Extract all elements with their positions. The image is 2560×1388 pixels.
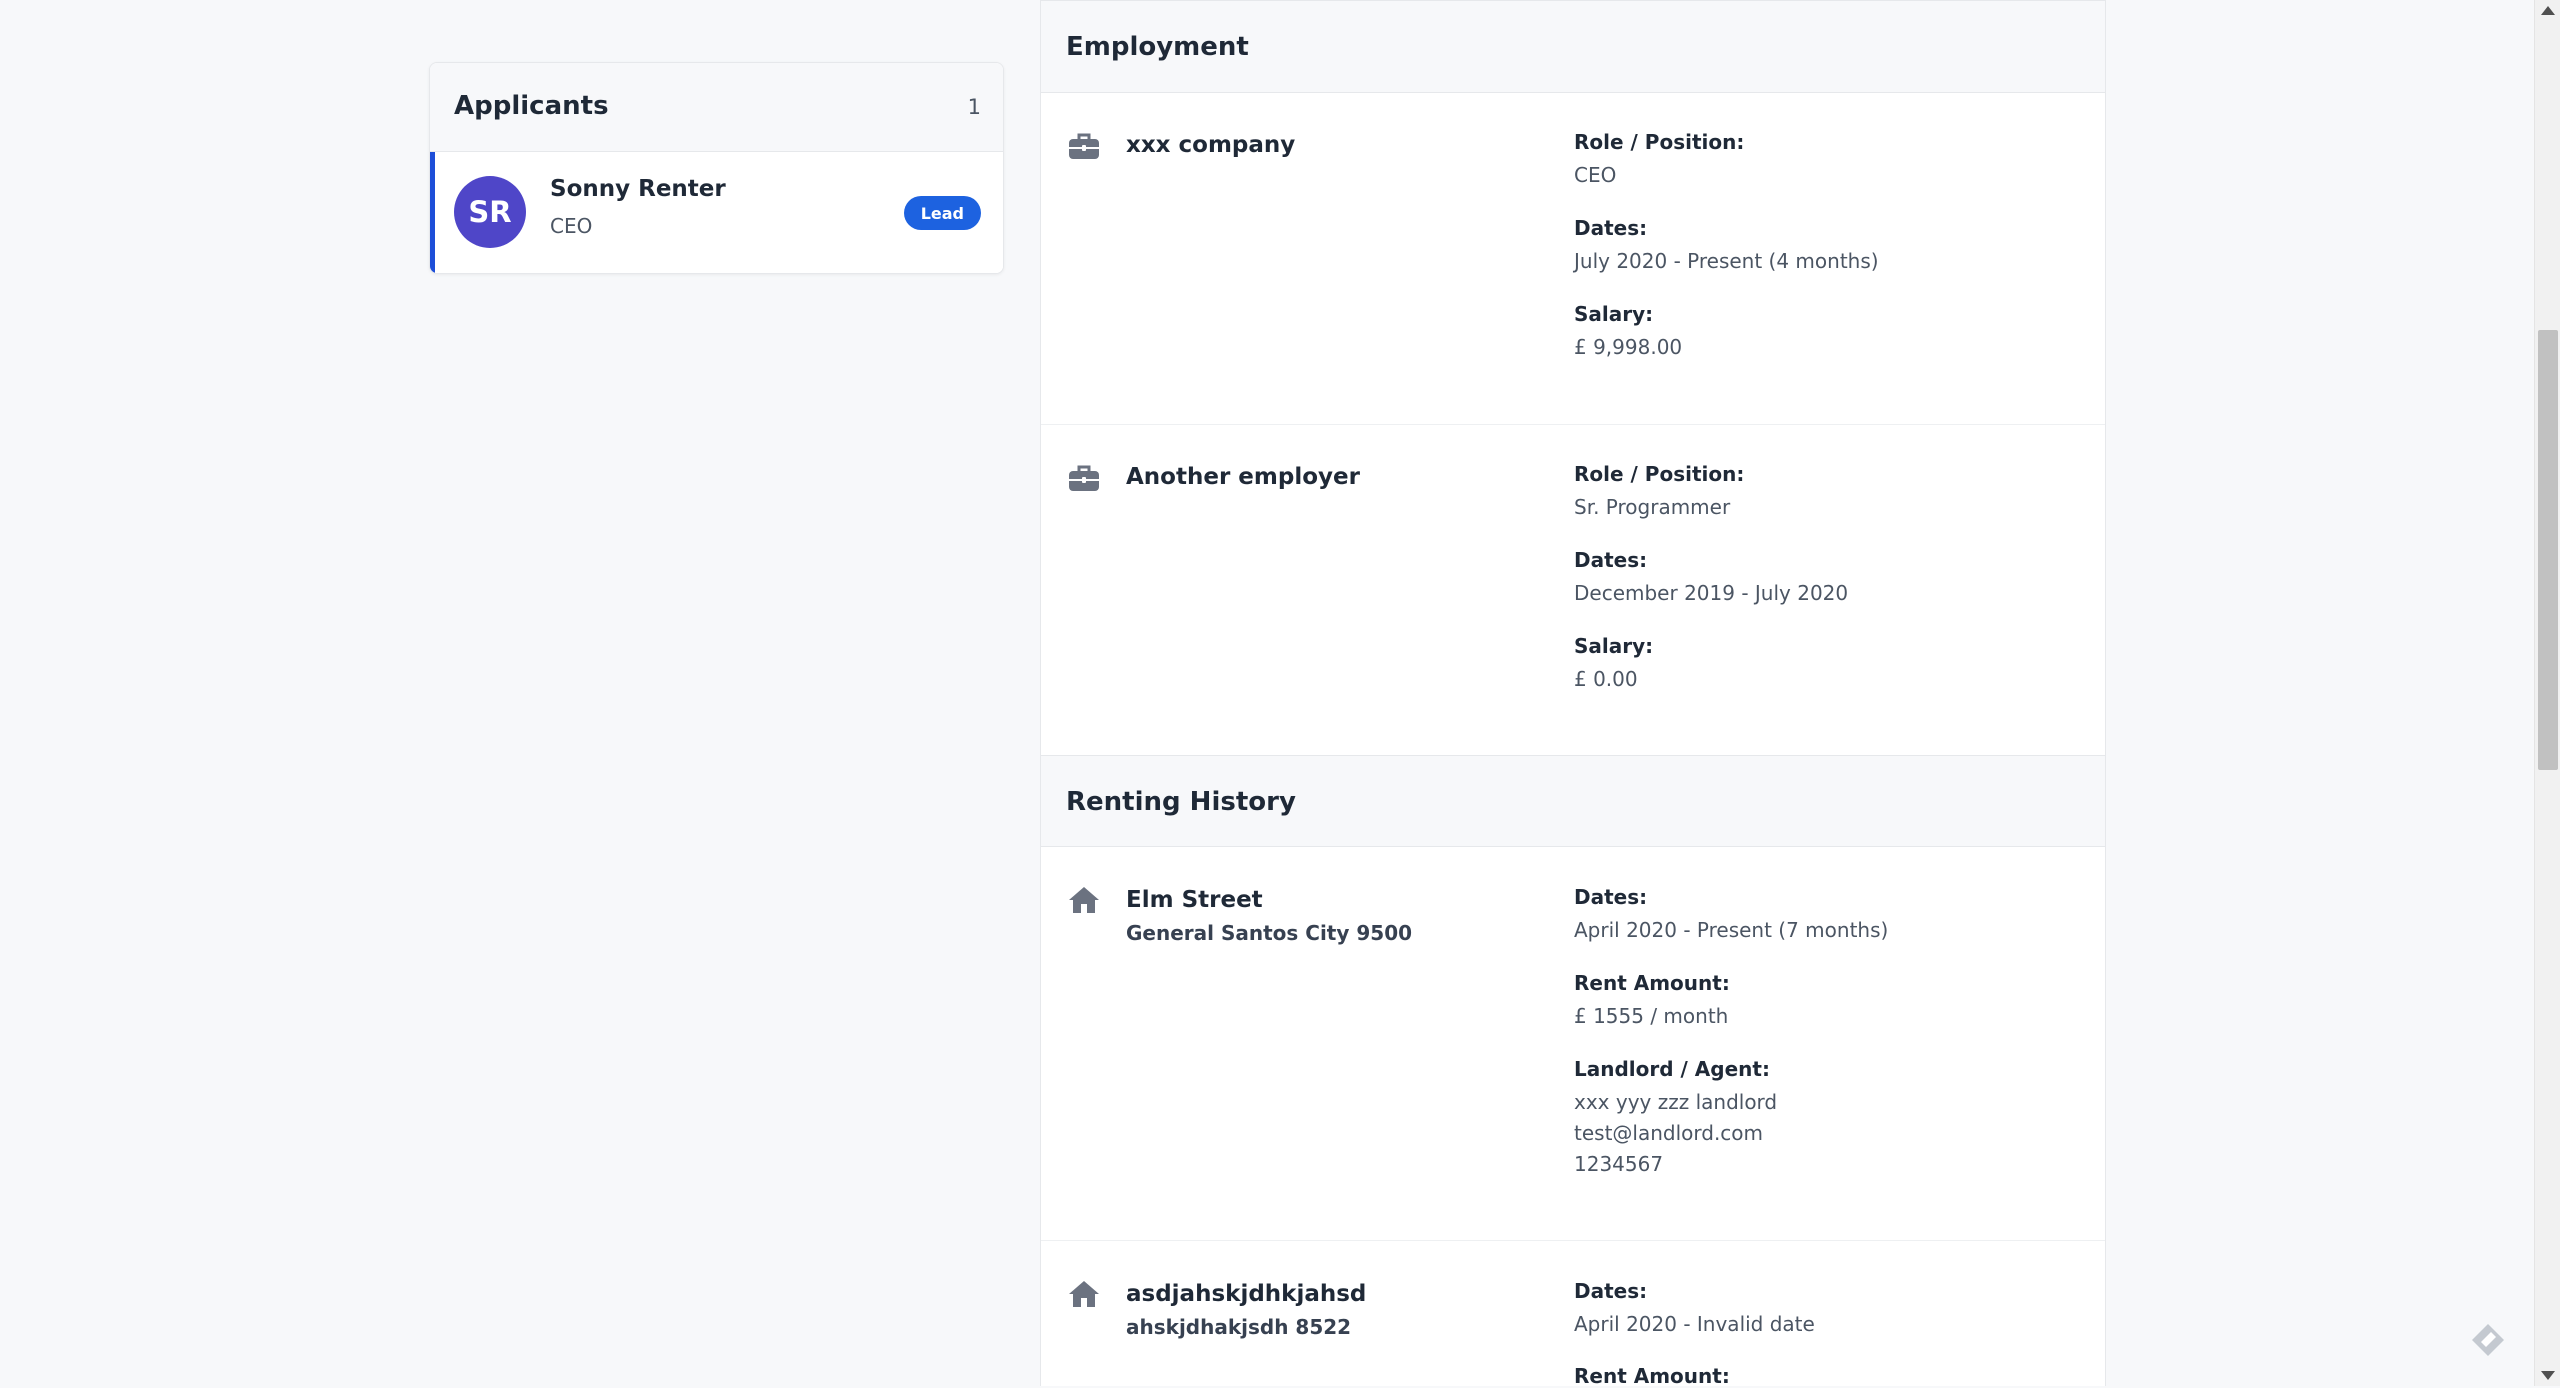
applicants-title: Applicants bbox=[454, 91, 609, 121]
dates-label: Dates: bbox=[1574, 1279, 1648, 1303]
salary-value: £ 0.00 bbox=[1574, 667, 1638, 691]
landlord-email: test@landlord.com bbox=[1574, 1121, 1764, 1145]
rent-amount-value: £ 1555 / month bbox=[1574, 1004, 1729, 1028]
dates-label: Dates: bbox=[1574, 885, 1648, 909]
scrollbar-thumb[interactable] bbox=[2538, 330, 2558, 770]
role-value: CEO bbox=[1574, 163, 1617, 187]
city-postcode: General Santos City 9500 bbox=[1126, 921, 1413, 945]
applicant-details-panel: Employment xxx company Role / Position: … bbox=[1040, 0, 2106, 1388]
landlord-phone: 1234567 bbox=[1574, 1152, 1664, 1176]
employer-name: Another employer bbox=[1126, 464, 1360, 490]
vertical-scrollbar[interactable] bbox=[2534, 0, 2560, 1386]
applicants-count: 1 bbox=[967, 95, 981, 119]
renting-history-section-header: Renting History bbox=[1041, 755, 2105, 847]
applicant-item[interactable]: SR Sonny Renter CEO Lead bbox=[430, 152, 1003, 273]
employment-section-title: Employment bbox=[1066, 32, 1249, 62]
briefcase-icon bbox=[1068, 130, 1100, 162]
city-postcode: ahskjdhakjsdh 8522 bbox=[1126, 1315, 1352, 1339]
landlord-name: xxx yyy zzz landlord bbox=[1574, 1090, 1778, 1114]
salary-label: Salary: bbox=[1574, 634, 1654, 658]
salary-value: £ 9,998.00 bbox=[1574, 335, 1683, 359]
home-icon bbox=[1068, 884, 1100, 916]
salary-label: Salary: bbox=[1574, 302, 1654, 326]
street-name: Elm Street bbox=[1126, 887, 1263, 913]
street-name: asdjahskjdhkjahsd bbox=[1126, 1281, 1367, 1307]
lead-badge: Lead bbox=[903, 196, 981, 230]
divider bbox=[1041, 1240, 2105, 1241]
applicant-name: Sonny Renter bbox=[550, 176, 726, 202]
dates-label: Dates: bbox=[1574, 548, 1648, 572]
applicants-card: Applicants 1 SR Sonny Renter CEO Lead bbox=[429, 62, 1004, 274]
scroll-down-arrow-icon[interactable] bbox=[2541, 1371, 2555, 1380]
role-label: Role / Position: bbox=[1574, 130, 1745, 154]
renting-history-section-title: Renting History bbox=[1066, 787, 1296, 817]
landlord-label: Landlord / Agent: bbox=[1574, 1057, 1770, 1081]
dates-value: July 2020 - Present (4 months) bbox=[1574, 249, 1879, 273]
feedback-icon[interactable] bbox=[2470, 1322, 2506, 1358]
scroll-up-arrow-icon[interactable] bbox=[2541, 6, 2555, 15]
dates-value: December 2019 - July 2020 bbox=[1574, 581, 1849, 605]
employer-name: xxx company bbox=[1126, 132, 1296, 158]
dates-value: April 2020 - Present (7 months) bbox=[1574, 918, 1889, 942]
employment-section-header: Employment bbox=[1041, 0, 2105, 93]
role-label: Role / Position: bbox=[1574, 462, 1745, 486]
home-icon bbox=[1068, 1278, 1100, 1310]
rent-amount-label: Rent Amount: bbox=[1574, 971, 1730, 995]
briefcase-icon bbox=[1068, 462, 1100, 494]
dates-value: April 2020 - Invalid date bbox=[1574, 1312, 1815, 1336]
avatar: SR bbox=[454, 176, 526, 248]
dates-label: Dates: bbox=[1574, 216, 1648, 240]
applicants-header: Applicants 1 bbox=[430, 63, 1003, 152]
rent-amount-label: Rent Amount: bbox=[1574, 1364, 1730, 1388]
divider bbox=[1041, 424, 2105, 425]
applicant-role: CEO bbox=[550, 214, 593, 238]
role-value: Sr. Programmer bbox=[1574, 495, 1731, 519]
